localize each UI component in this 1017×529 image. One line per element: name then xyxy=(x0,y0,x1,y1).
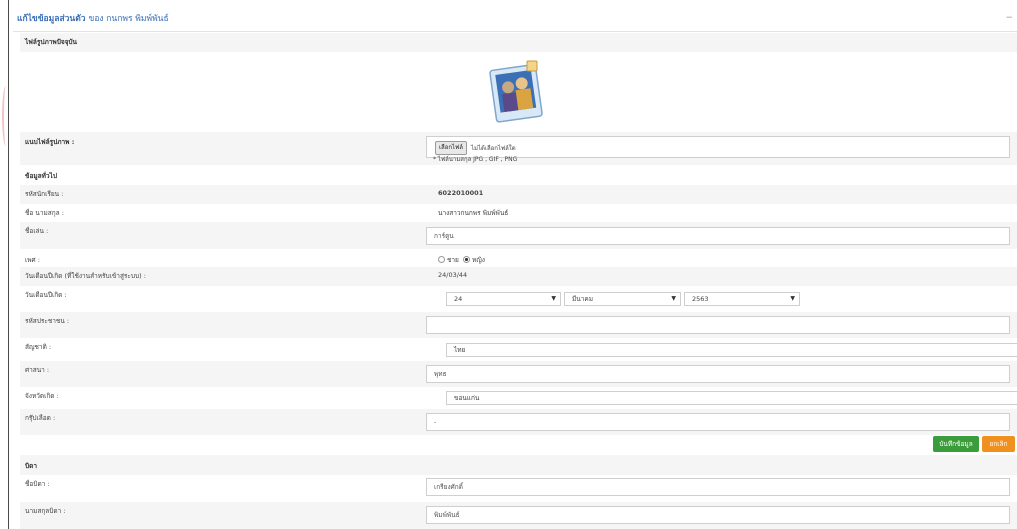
save-button[interactable]: บันทึกข้อมูล xyxy=(933,436,979,452)
file-status: ไม่ได้เลือกไฟล์ใด xyxy=(471,145,516,152)
province-select[interactable]: ขอนแก่น▼ xyxy=(446,391,1017,405)
photo-section-title: ไฟล์รูปภาพปัจจุบัน xyxy=(25,38,78,46)
nickname-label: ชื่อเล่น : xyxy=(25,227,49,235)
blood-label: กรุ๊ปเลือด : xyxy=(25,414,56,422)
birth-login-value: 24/03/44 xyxy=(438,271,468,279)
religion-input[interactable]: พุทธ xyxy=(426,365,1010,383)
upload-label: แนบไฟล์รูปภาพ : xyxy=(25,138,75,146)
birth-login-label: วันเดือนปีเกิด (ที่ใช้งานสำหรับเข้าสู่ระ… xyxy=(25,272,146,280)
province-label: จังหวัดเกิด : xyxy=(25,392,59,400)
birth-year-select[interactable]: 2563 ▼ xyxy=(684,292,800,306)
general-section-title: ข้อมูลทั่วไป xyxy=(25,172,57,180)
general-section-header: ข้อมูลทั่วไป xyxy=(20,167,1017,185)
father-section-header: บิดา xyxy=(20,455,1017,475)
fullname-row: ชื่อ นามสกุล : นางสาวกนกพร พิมพ์พันธ์ xyxy=(20,204,1017,222)
birthdate-label: วันเดือนปีเกิด : xyxy=(25,291,67,299)
left-edge xyxy=(0,0,12,529)
panel-heading: แก้ไขข้อมูลส่วนตัว ของ กนกพร พิมพ์พันธ์ … xyxy=(13,5,1017,32)
religion-label: ศาสนา : xyxy=(25,366,50,374)
gender-male-radio[interactable] xyxy=(438,256,445,263)
fullname-value: นางสาวกนกพร พิมพ์พันธ์ xyxy=(438,209,509,217)
citizen-id-label: รหัสประชาชน : xyxy=(25,317,70,325)
citizen-id-input[interactable] xyxy=(426,316,1010,334)
gender-female-radio[interactable] xyxy=(462,256,470,263)
page-owner: ของ กนกพร พิมพ์พันธ์ xyxy=(88,14,169,24)
nationality-label: สัญชาติ : xyxy=(25,343,52,351)
gender-radios: ชาย หญิง xyxy=(438,255,485,265)
birth-day-select[interactable]: 24 ▼ xyxy=(446,292,561,306)
chevron-down-icon: ▼ xyxy=(790,295,795,302)
gender-label: เพศ : xyxy=(25,256,40,264)
nationality-value: ไทย xyxy=(454,346,466,354)
gender-female-label: หญิง xyxy=(471,256,485,264)
father-name-input[interactable]: เกรียงศักดิ์ xyxy=(426,478,1010,496)
father-surname-label: นามสกุลบิดา : xyxy=(25,507,66,515)
birth-month-value: มีนาคม xyxy=(572,295,594,303)
photo-frame-icon xyxy=(487,57,549,129)
file-hint: * ไฟล์นามสกุล JPG , GIF , PNG xyxy=(433,156,518,163)
father-surname-input[interactable]: พิมพ์พันธ์ xyxy=(426,506,1010,524)
photo-section-header: ไฟล์รูปภาพปัจจุบัน xyxy=(20,33,1017,52)
student-id-label: รหัสนักเรียน : xyxy=(25,190,64,198)
birth-year-value: 2563 xyxy=(692,295,709,303)
choose-file-button[interactable]: เลือกไฟล์ xyxy=(435,141,467,155)
blood-input[interactable]: - xyxy=(426,413,1010,431)
father-name-label: ชื่อบิดา : xyxy=(25,480,50,488)
birth-month-select[interactable]: มีนาคม ▼ xyxy=(564,292,681,306)
fullname-label: ชื่อ นามสกุล : xyxy=(25,209,64,217)
gender-male-label: ชาย xyxy=(447,256,459,264)
gender-row: เพศ : ชาย หญิง xyxy=(20,249,1017,267)
collapse-icon[interactable]: − xyxy=(1005,13,1013,23)
father-section-title: บิดา xyxy=(25,462,37,470)
page-title: แก้ไขข้อมูลส่วนตัว xyxy=(17,14,86,24)
chevron-down-icon: ▼ xyxy=(551,295,556,302)
edit-profile-panel: แก้ไขข้อมูลส่วนตัว ของ กนกพร พิมพ์พันธ์ … xyxy=(13,5,1017,529)
province-value: ขอนแก่น xyxy=(454,394,480,402)
cancel-button[interactable]: ยกเลิก xyxy=(982,436,1015,452)
nickname-input[interactable]: การ์ตูน xyxy=(426,227,1010,245)
chevron-down-icon: ▼ xyxy=(671,295,676,302)
student-id-row: รหัสนักเรียน : 6022010001 xyxy=(20,185,1017,204)
student-id-value: 6022010001 xyxy=(438,189,484,197)
birth-login-row: วันเดือนปีเกิด (ที่ใช้งานสำหรับเข้าสู่ระ… xyxy=(20,267,1017,286)
birth-day-value: 24 xyxy=(454,295,463,303)
nationality-select[interactable]: ไทย▼ xyxy=(446,343,1017,357)
